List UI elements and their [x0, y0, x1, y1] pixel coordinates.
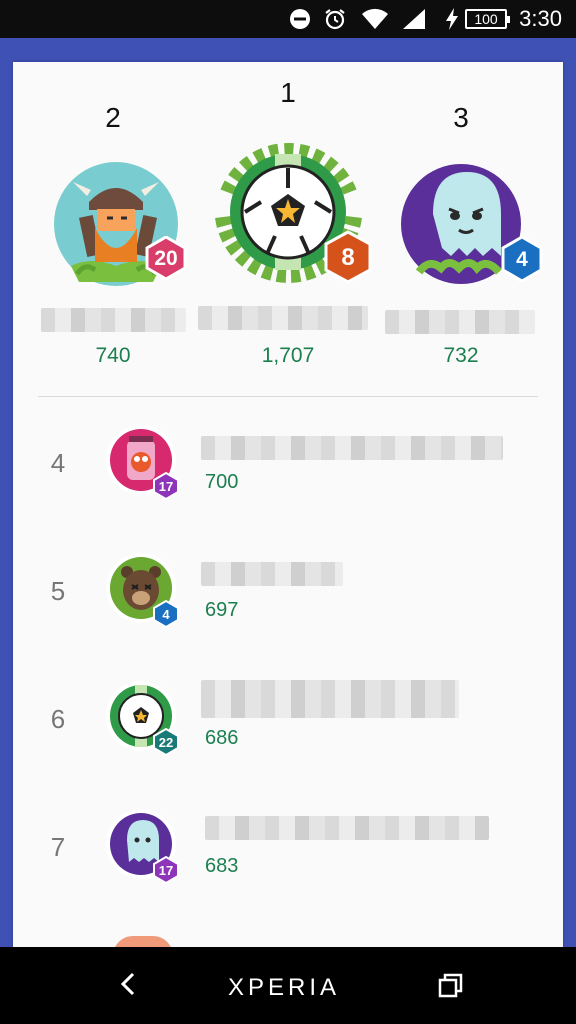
- row-avatar-partial: [113, 936, 173, 947]
- level-badge-value: 20: [154, 247, 178, 270]
- podium-avatar-2[interactable]: 20: [41, 154, 191, 304]
- level-badge-value: 17: [158, 863, 174, 878]
- recent-apps-icon: [438, 973, 463, 998]
- level-badge-value: 8: [341, 244, 355, 271]
- row-avatar: 17: [105, 424, 185, 504]
- row-rank: 5: [50, 576, 66, 606]
- wifi-icon: [360, 7, 390, 31]
- podium-avatar-1[interactable]: 8: [201, 132, 376, 302]
- player-name-redacted: [41, 308, 186, 332]
- app-bar: [0, 38, 576, 62]
- row-avatar: 22: [105, 680, 185, 760]
- brand-logo: XPERIA: [228, 974, 341, 1001]
- row-rank: 4: [50, 448, 66, 478]
- status-time: 3:30: [519, 6, 562, 31]
- leaderboard-card: 2 20 740 1 8 1,707 3 4 732 4 17 700 5 4 …: [13, 62, 563, 947]
- charging-icon: [444, 7, 460, 31]
- row-score: 686: [205, 727, 239, 749]
- back-arrow-icon: [120, 972, 135, 996]
- level-badge-value: 17: [158, 479, 174, 494]
- level-badge-value: 4: [516, 248, 528, 271]
- player-name-redacted: [201, 680, 459, 718]
- level-badge-value: 22: [158, 735, 174, 750]
- player-name-redacted: [201, 562, 343, 586]
- row-avatar: 17: [105, 808, 185, 888]
- podium-avatar-3[interactable]: 4: [391, 154, 543, 304]
- podium-rank-2: 2: [105, 102, 121, 133]
- podium-score-2: 740: [95, 344, 131, 367]
- player-name-redacted: [385, 310, 535, 334]
- podium-score-3: 732: [443, 344, 479, 367]
- podium-rank-1: 1: [280, 77, 296, 108]
- player-name-redacted: [205, 816, 489, 840]
- divider: [38, 396, 538, 397]
- viking-avatar-icon: [54, 162, 178, 286]
- status-bar: 100 3:30: [0, 0, 576, 38]
- back-button[interactable]: [114, 969, 144, 999]
- recent-apps-button[interactable]: [436, 971, 466, 1001]
- navigation-bar: XPERIA: [0, 947, 576, 1024]
- row-score: 700: [205, 471, 239, 493]
- battery-indicator: 100: [465, 9, 510, 29]
- row-score: 683: [205, 855, 239, 877]
- podium-score-1: 1,707: [261, 344, 315, 367]
- signal-icon: [401, 7, 427, 31]
- row-avatar: 4: [105, 552, 185, 632]
- row-rank: 6: [50, 704, 66, 734]
- player-name-redacted: [198, 306, 368, 330]
- podium-rank-3: 3: [453, 102, 469, 133]
- player-name-redacted: [201, 436, 503, 460]
- do-not-disturb-icon: [288, 7, 312, 31]
- alarm-icon: [322, 7, 348, 31]
- row-score: 697: [205, 599, 239, 621]
- level-badge-value: 4: [162, 607, 170, 622]
- row-rank: 7: [50, 832, 66, 862]
